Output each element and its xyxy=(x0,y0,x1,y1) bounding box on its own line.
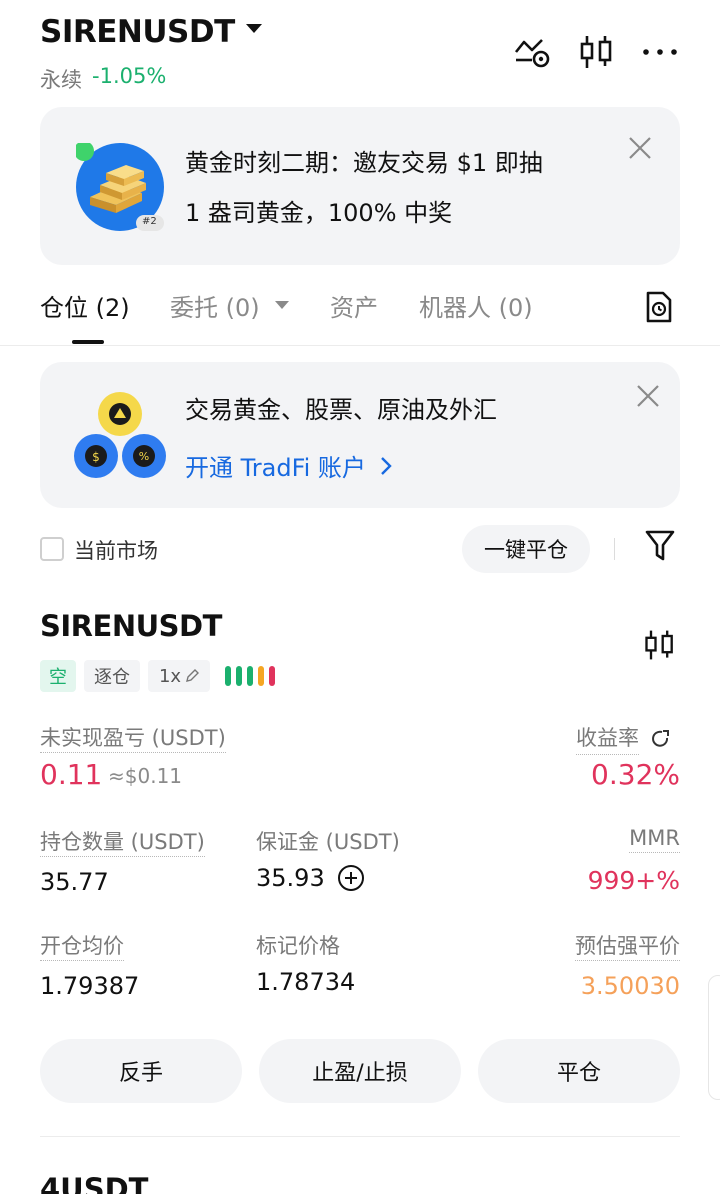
chevron-right-icon xyxy=(381,456,392,475)
tab-divider xyxy=(0,345,720,346)
margin-value: 35.93 xyxy=(256,864,325,892)
divider xyxy=(614,538,615,560)
tab-bots[interactable]: 机器人 (0) xyxy=(419,288,533,323)
close-icon[interactable] xyxy=(626,134,654,162)
floating-side-handle[interactable] xyxy=(708,975,720,1100)
unrealized-pnl-usd: ≈$0.11 xyxy=(108,764,183,788)
tab-positions[interactable]: 仓位 (2) xyxy=(40,288,130,323)
risk-bar xyxy=(225,666,231,686)
risk-bar xyxy=(258,666,264,686)
active-tab-indicator xyxy=(72,340,104,344)
unrealized-pnl-label[interactable]: 未实现盈亏 (USDT) xyxy=(40,722,226,753)
gold-bars-icon: #2 xyxy=(76,143,164,231)
edit-icon[interactable] xyxy=(185,669,200,683)
close-all-button[interactable]: 一键平仓 xyxy=(462,525,590,573)
close-position-button[interactable]: 平仓 xyxy=(478,1039,680,1103)
tradfi-banner[interactable]: $ % 交易黄金、股票、原油及外汇 开通 TradFi 账户 xyxy=(40,362,680,508)
tab-orders[interactable]: 委托 (0) xyxy=(170,288,260,323)
promo-line-1: 黄金时刻二期：邀友交易 $1 即抽 xyxy=(185,149,543,177)
liq-price-label[interactable]: 预估强平价 xyxy=(575,930,680,961)
side-tag: 空 xyxy=(40,660,76,692)
entry-price-label[interactable]: 开仓均价 xyxy=(40,930,124,961)
roe-header[interactable]: 收益率 xyxy=(576,722,671,755)
promo-line-2: 1 盎司黄金，100% 中奖 xyxy=(185,199,453,227)
tradfi-assets-icon: $ % xyxy=(74,392,166,478)
risk-indicator xyxy=(225,666,275,686)
pair-title[interactable]: SIRENUSDT xyxy=(40,14,235,50)
card-divider xyxy=(40,1136,680,1137)
leverage-value[interactable]: 1x xyxy=(159,666,181,687)
orders-dropdown-caret-icon[interactable] xyxy=(275,301,289,309)
current-market-label[interactable]: 当前市场 xyxy=(74,535,158,565)
risk-bar xyxy=(269,666,275,686)
roe-value: 0.32% xyxy=(591,758,680,791)
roe-label[interactable]: 收益率 xyxy=(576,722,639,755)
svg-text:%: % xyxy=(139,450,149,463)
mmr-label[interactable]: MMR xyxy=(629,826,680,853)
margin-value-row: 35.93 xyxy=(256,864,365,892)
risk-bar xyxy=(236,666,242,686)
chart-settings-icon[interactable] xyxy=(512,34,552,70)
candlestick-icon[interactable] xyxy=(642,627,678,663)
liq-price-value: 3.50030 xyxy=(580,972,680,1000)
unrealized-pnl-value: 0.11 xyxy=(40,758,103,791)
candlestick-icon[interactable] xyxy=(577,34,617,70)
reverse-button[interactable]: 反手 xyxy=(40,1039,242,1103)
tradfi-link-label[interactable]: 开通 TradFi 账户 xyxy=(185,448,366,483)
tp-sl-button[interactable]: 止盈/止损 xyxy=(259,1039,461,1103)
position-symbol[interactable]: SIRENUSDT xyxy=(40,609,222,643)
pair-dropdown-caret-icon[interactable] xyxy=(246,24,262,33)
mark-price-label: 标记价格 xyxy=(256,934,340,958)
size-value: 35.77 xyxy=(40,868,109,896)
tab-assets[interactable]: 资产 xyxy=(330,288,378,323)
tradfi-headline: 交易黄金、股票、原油及外汇 xyxy=(185,396,497,424)
filter-icon[interactable] xyxy=(644,528,676,562)
risk-bar xyxy=(247,666,253,686)
tradfi-link[interactable]: 开通 TradFi 账户 xyxy=(185,448,392,483)
entry-price-value: 1.79387 xyxy=(40,972,140,1000)
history-document-icon[interactable] xyxy=(643,290,675,324)
svg-text:$: $ xyxy=(92,450,100,464)
size-label[interactable]: 持仓数量 (USDT) xyxy=(40,826,205,857)
promo-badge: #2 xyxy=(142,216,157,227)
mark-price-value: 1.78734 xyxy=(256,968,356,996)
leverage-tag[interactable]: 1x xyxy=(148,660,210,692)
margin-mode-tag[interactable]: 逐仓 xyxy=(84,660,140,692)
close-icon[interactable] xyxy=(634,382,662,410)
share-icon[interactable] xyxy=(651,729,671,749)
current-market-checkbox[interactable] xyxy=(40,537,64,561)
mmr-value: 999+% xyxy=(587,866,680,895)
contract-info: 永续 -1.05% xyxy=(40,64,166,94)
add-margin-icon[interactable] xyxy=(337,864,365,892)
position-symbol[interactable]: 4USDT xyxy=(40,1172,148,1194)
more-icon[interactable] xyxy=(640,34,680,70)
price-change: -1.05% xyxy=(92,64,167,88)
contract-type: 永续 xyxy=(40,68,82,92)
promo-banner[interactable]: #2 黄金时刻二期：邀友交易 $1 即抽 1 盎司黄金，100% 中奖 xyxy=(40,107,680,265)
margin-label: 保证金 (USDT) xyxy=(256,830,400,854)
